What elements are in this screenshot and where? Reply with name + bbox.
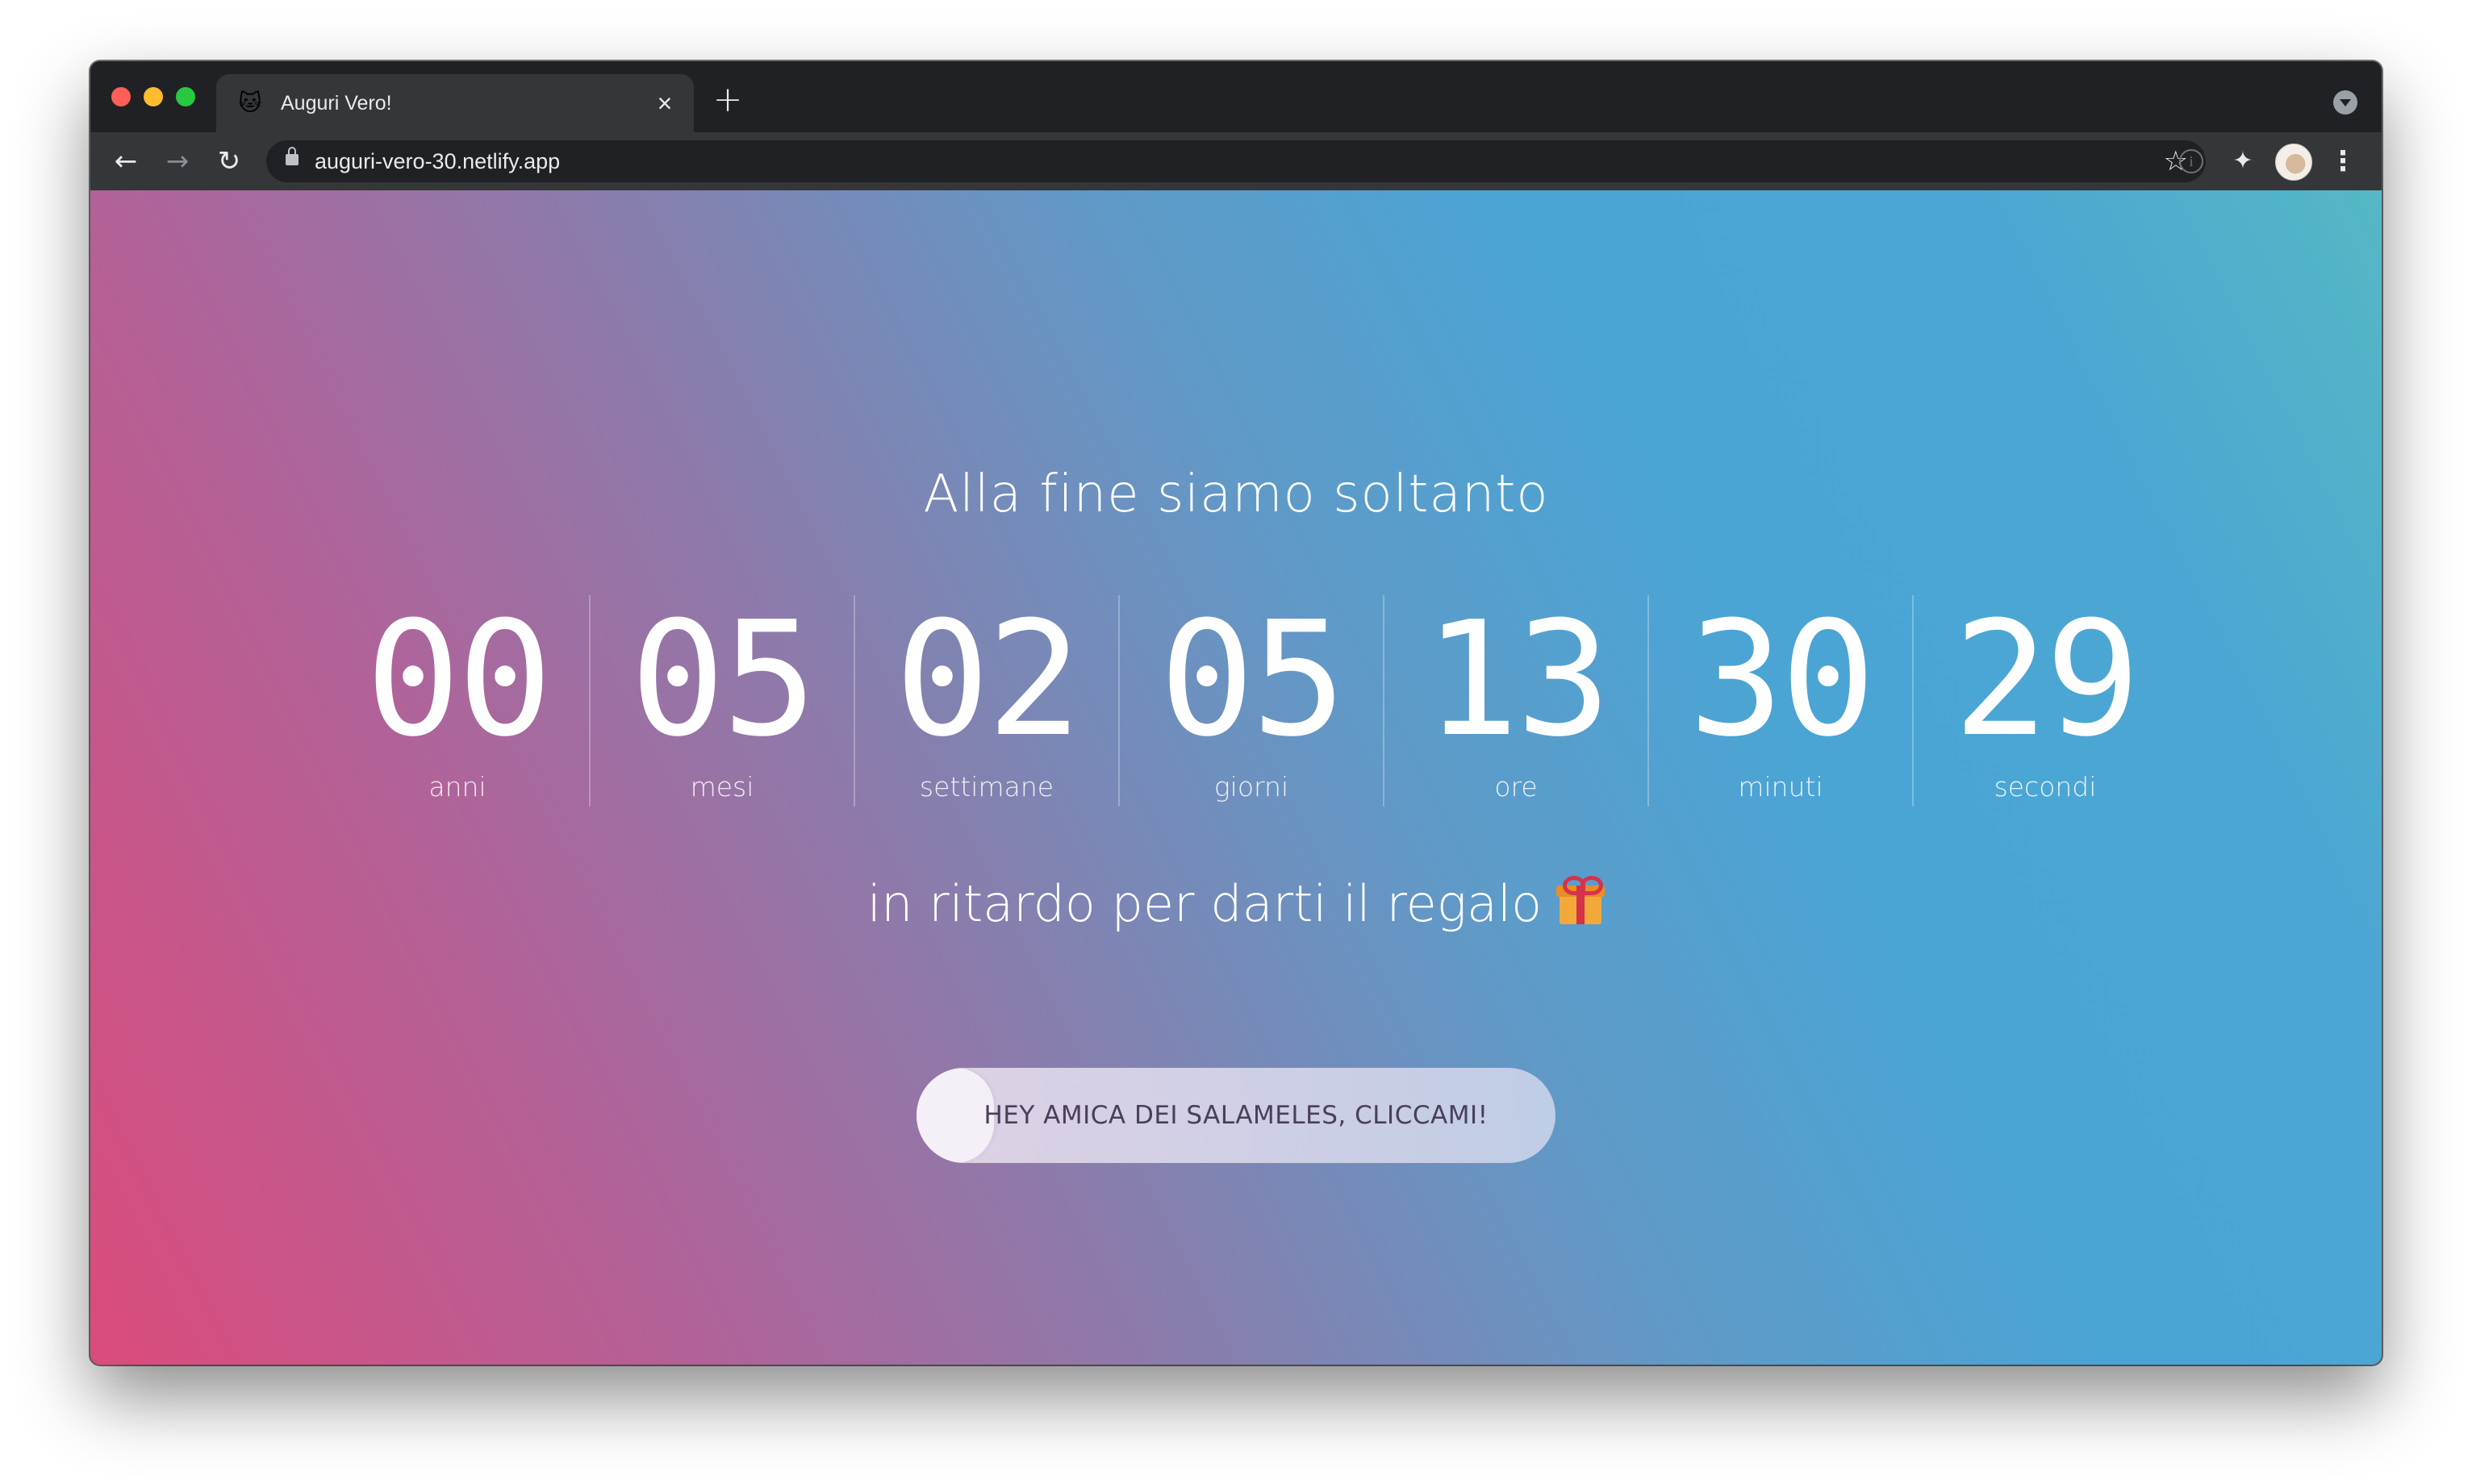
countdown-unit-mesi: 05 mesi (589, 595, 854, 807)
countdown-label: settimane (919, 771, 1054, 802)
back-arrow-icon[interactable]: ← (108, 144, 144, 179)
countdown-unit-minuti: 30 minuti (1647, 595, 1912, 807)
click-me-label: HEY AMICA DEI SALAMELES, CLICCAMI! (983, 1101, 1489, 1130)
countdown-value: 00 (365, 588, 553, 772)
page-subline: in ritardo per darti il regalo (90, 874, 2382, 933)
countdown-label: giorni (1213, 771, 1289, 802)
tab-strip: 🐱 Auguri Vero! × + (90, 61, 2382, 132)
kebab-menu-icon[interactable]: ⋮ (2325, 144, 2361, 179)
countdown-label: ore (1494, 771, 1538, 802)
lock-icon[interactable] (286, 147, 299, 165)
browser-toolbar: ← → ↻ auguri-vero-30.netlify.app ☆ i ✦ ⋮ (90, 132, 2382, 190)
forward-arrow-icon[interactable]: → (160, 144, 195, 179)
countdown-unit-secondi: 29 secondi (1912, 595, 2177, 807)
tab-close-icon[interactable]: × (650, 89, 679, 118)
info-icon[interactable]: i (2173, 144, 2209, 179)
page-headline: Alla fine siamo soltanto (923, 465, 1549, 524)
countdown-value: 13 (1423, 588, 1611, 772)
countdown-label: secondi (1994, 771, 2097, 802)
info-glyph: i (2179, 148, 2203, 173)
tab-search-icon[interactable] (2333, 90, 2357, 115)
extensions-puzzle-icon[interactable]: ✦ (2225, 144, 2261, 179)
gift-icon (1556, 876, 1606, 924)
reload-icon[interactable]: ↻ (211, 144, 247, 179)
click-me-button[interactable]: HEY AMICA DEI SALAMELES, CLICCAMI! (917, 1068, 1555, 1163)
countdown-unit-giorni: 05 giorni (1118, 595, 1383, 807)
maximize-window-button[interactable] (176, 87, 195, 106)
countdown-unit-settimane: 02 settimane (854, 595, 1118, 807)
countdown-value: 05 (1159, 588, 1347, 772)
countdown-value: 30 (1688, 588, 1876, 772)
tab-auguri-vero[interactable]: 🐱 Auguri Vero! × (216, 74, 694, 132)
countdown-unit-anni: 00 anni (326, 595, 589, 807)
countdown: 00 anni 05 mesi 02 settimane 05 giorni 1… (326, 595, 2169, 807)
tab-title: Auguri Vero! (281, 92, 392, 115)
page-viewport: Alla fine siamo soltanto 00 anni 05 mesi… (90, 190, 2382, 1365)
countdown-value: 05 (629, 588, 817, 772)
address-bar[interactable]: auguri-vero-30.netlify.app ☆ (266, 140, 2206, 182)
url-text[interactable]: auguri-vero-30.netlify.app (315, 148, 560, 175)
countdown-value: 29 (1952, 588, 2140, 772)
countdown-label: minuti (1738, 771, 1823, 802)
countdown-label: anni (428, 771, 486, 802)
profile-avatar[interactable] (2275, 144, 2312, 181)
countdown-unit-ore: 13 ore (1383, 595, 1647, 807)
countdown-value: 02 (894, 588, 1082, 772)
minimize-window-button[interactable] (144, 87, 163, 106)
countdown-label: mesi (690, 771, 754, 802)
subline-text: in ritardo per darti il regalo (866, 874, 1543, 933)
new-tab-button[interactable]: + (712, 82, 744, 118)
cat-favicon-icon: 🐱 (238, 90, 262, 115)
browser-window: 🐱 Auguri Vero! × + ← → ↻ auguri-vero-30.… (90, 61, 2382, 1365)
close-window-button[interactable] (111, 87, 131, 106)
